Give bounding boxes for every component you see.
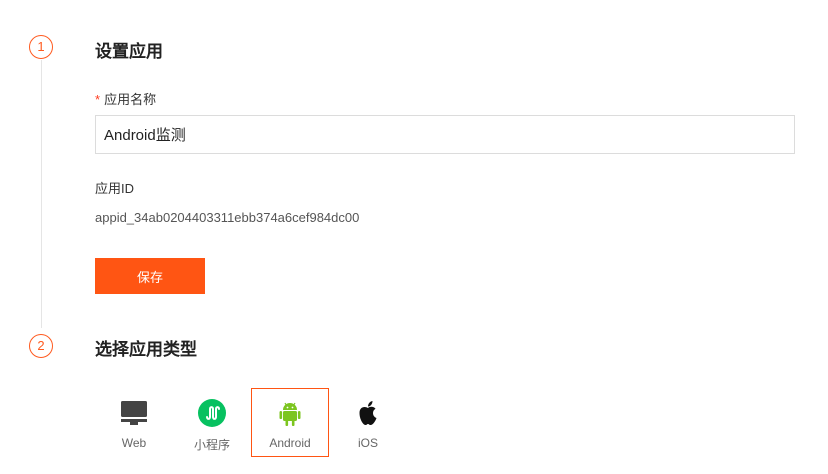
app-type-ios-label: iOS bbox=[357, 436, 378, 450]
app-type-miniprogram[interactable]: 小程序 bbox=[173, 388, 251, 457]
app-type-web-label: Web bbox=[121, 436, 147, 450]
app-name-input[interactable] bbox=[95, 115, 795, 154]
app-type-android-label: Android bbox=[269, 436, 311, 450]
app-type-android[interactable]: Android bbox=[251, 388, 329, 457]
android-icon bbox=[279, 402, 301, 426]
monitor-icon bbox=[121, 401, 147, 425]
required-mark: * bbox=[95, 92, 101, 107]
step-2-number: 2 bbox=[29, 334, 53, 358]
app-type-ios[interactable]: iOS bbox=[329, 388, 407, 457]
app-id-label: 应用ID bbox=[95, 181, 135, 196]
app-type-miniprogram-label: 小程序 bbox=[193, 438, 230, 452]
app-id-value: appid_34ab0204403311ebb374a6cef984dc00 bbox=[95, 210, 360, 225]
app-name-label: * 应用名称 bbox=[95, 89, 156, 108]
apple-icon bbox=[359, 401, 377, 425]
step-1-number: 1 bbox=[29, 35, 53, 59]
step-2-title: 选择应用类型 bbox=[95, 340, 197, 359]
app-type-web[interactable]: Web bbox=[95, 388, 173, 457]
miniprogram-icon bbox=[198, 399, 226, 427]
step-1-title: 设置应用 bbox=[95, 42, 163, 61]
app-name-label-text: 应用名称 bbox=[104, 92, 157, 107]
save-button[interactable]: 保存 bbox=[95, 258, 205, 294]
step-connector-line bbox=[41, 60, 42, 328]
